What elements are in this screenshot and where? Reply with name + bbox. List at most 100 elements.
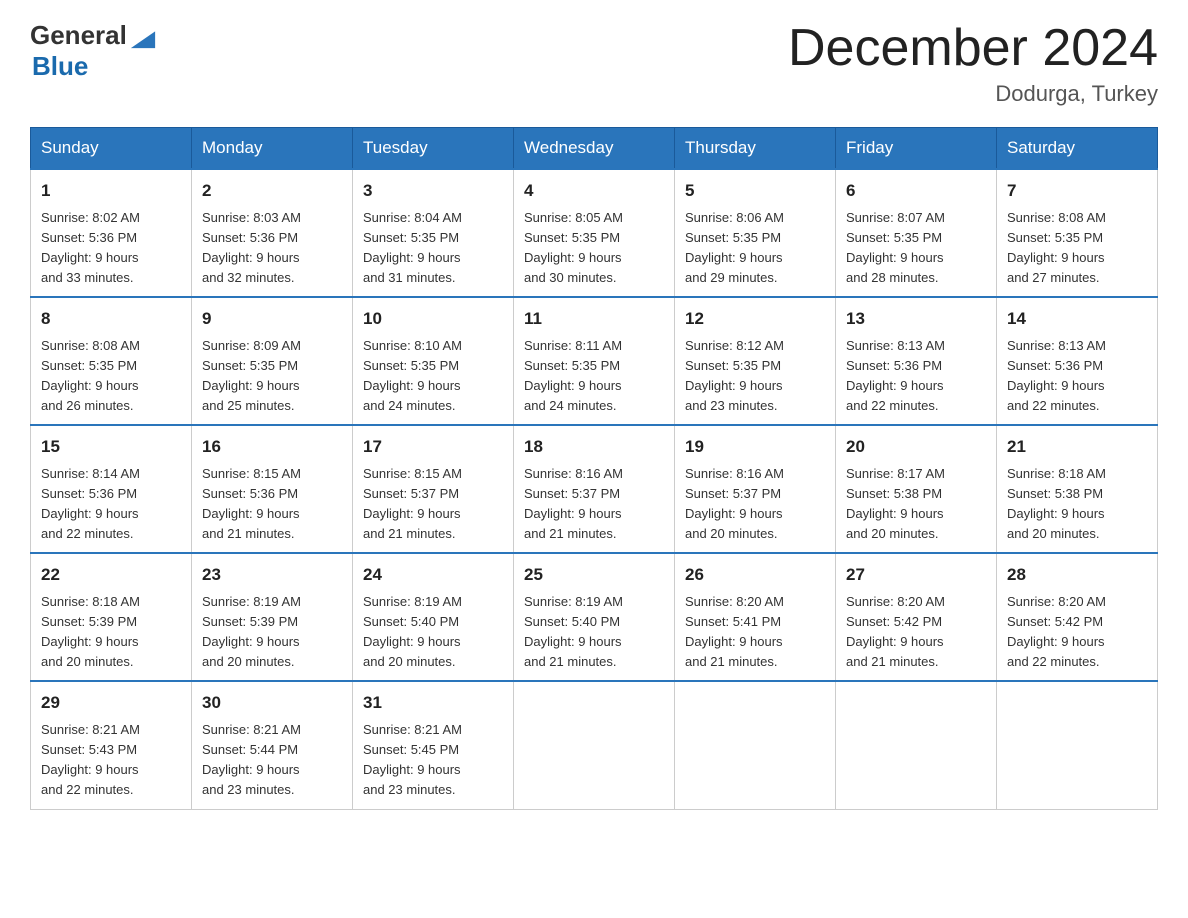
table-row: 21 Sunrise: 8:18 AMSunset: 5:38 PMDaylig… [997,425,1158,553]
day-info: Sunrise: 8:19 AMSunset: 5:39 PMDaylight:… [202,594,301,669]
day-number: 28 [1007,562,1147,588]
table-row: 23 Sunrise: 8:19 AMSunset: 5:39 PMDaylig… [192,553,353,681]
calendar-week-3: 15 Sunrise: 8:14 AMSunset: 5:36 PMDaylig… [31,425,1158,553]
day-number: 19 [685,434,825,460]
table-row: 5 Sunrise: 8:06 AMSunset: 5:35 PMDayligh… [675,169,836,297]
table-row: 15 Sunrise: 8:14 AMSunset: 5:36 PMDaylig… [31,425,192,553]
day-number: 21 [1007,434,1147,460]
table-row: 16 Sunrise: 8:15 AMSunset: 5:36 PMDaylig… [192,425,353,553]
day-number: 8 [41,306,181,332]
header-sunday: Sunday [31,128,192,170]
table-row: 6 Sunrise: 8:07 AMSunset: 5:35 PMDayligh… [836,169,997,297]
table-row: 13 Sunrise: 8:13 AMSunset: 5:36 PMDaylig… [836,297,997,425]
day-number: 2 [202,178,342,204]
header-saturday: Saturday [997,128,1158,170]
table-row: 11 Sunrise: 8:11 AMSunset: 5:35 PMDaylig… [514,297,675,425]
day-number: 13 [846,306,986,332]
page-header: General Blue December 2024 Dodurga, Turk… [30,20,1158,107]
day-info: Sunrise: 8:21 AMSunset: 5:45 PMDaylight:… [363,722,462,797]
day-info: Sunrise: 8:19 AMSunset: 5:40 PMDaylight:… [524,594,623,669]
day-number: 26 [685,562,825,588]
day-number: 15 [41,434,181,460]
day-info: Sunrise: 8:20 AMSunset: 5:42 PMDaylight:… [846,594,945,669]
day-info: Sunrise: 8:21 AMSunset: 5:44 PMDaylight:… [202,722,301,797]
day-number: 24 [363,562,503,588]
table-row: 3 Sunrise: 8:04 AMSunset: 5:35 PMDayligh… [353,169,514,297]
day-info: Sunrise: 8:06 AMSunset: 5:35 PMDaylight:… [685,210,784,285]
table-row: 12 Sunrise: 8:12 AMSunset: 5:35 PMDaylig… [675,297,836,425]
day-info: Sunrise: 8:11 AMSunset: 5:35 PMDaylight:… [524,338,622,413]
day-info: Sunrise: 8:04 AMSunset: 5:35 PMDaylight:… [363,210,462,285]
day-number: 12 [685,306,825,332]
calendar-header-row: Sunday Monday Tuesday Wednesday Thursday… [31,128,1158,170]
day-info: Sunrise: 8:15 AMSunset: 5:37 PMDaylight:… [363,466,462,541]
table-row [514,681,675,809]
header-wednesday: Wednesday [514,128,675,170]
day-number: 3 [363,178,503,204]
header-tuesday: Tuesday [353,128,514,170]
header-monday: Monday [192,128,353,170]
day-number: 16 [202,434,342,460]
day-info: Sunrise: 8:18 AMSunset: 5:38 PMDaylight:… [1007,466,1106,541]
table-row: 4 Sunrise: 8:05 AMSunset: 5:35 PMDayligh… [514,169,675,297]
day-info: Sunrise: 8:12 AMSunset: 5:35 PMDaylight:… [685,338,784,413]
calendar-week-1: 1 Sunrise: 8:02 AMSunset: 5:36 PMDayligh… [31,169,1158,297]
day-number: 17 [363,434,503,460]
day-info: Sunrise: 8:18 AMSunset: 5:39 PMDaylight:… [41,594,140,669]
day-info: Sunrise: 8:16 AMSunset: 5:37 PMDaylight:… [524,466,623,541]
day-info: Sunrise: 8:15 AMSunset: 5:36 PMDaylight:… [202,466,301,541]
table-row: 19 Sunrise: 8:16 AMSunset: 5:37 PMDaylig… [675,425,836,553]
day-info: Sunrise: 8:13 AMSunset: 5:36 PMDaylight:… [1007,338,1106,413]
logo: General Blue [30,20,157,82]
logo-general-text: General [30,20,127,51]
day-number: 5 [685,178,825,204]
day-info: Sunrise: 8:09 AMSunset: 5:35 PMDaylight:… [202,338,301,413]
logo-icon [129,22,157,50]
day-number: 20 [846,434,986,460]
day-number: 6 [846,178,986,204]
calendar-week-5: 29 Sunrise: 8:21 AMSunset: 5:43 PMDaylig… [31,681,1158,809]
day-info: Sunrise: 8:08 AMSunset: 5:35 PMDaylight:… [41,338,140,413]
table-row: 2 Sunrise: 8:03 AMSunset: 5:36 PMDayligh… [192,169,353,297]
header-thursday: Thursday [675,128,836,170]
day-info: Sunrise: 8:19 AMSunset: 5:40 PMDaylight:… [363,594,462,669]
table-row: 7 Sunrise: 8:08 AMSunset: 5:35 PMDayligh… [997,169,1158,297]
day-info: Sunrise: 8:17 AMSunset: 5:38 PMDaylight:… [846,466,945,541]
calendar-table: Sunday Monday Tuesday Wednesday Thursday… [30,127,1158,809]
calendar-week-4: 22 Sunrise: 8:18 AMSunset: 5:39 PMDaylig… [31,553,1158,681]
day-number: 25 [524,562,664,588]
table-row: 27 Sunrise: 8:20 AMSunset: 5:42 PMDaylig… [836,553,997,681]
day-info: Sunrise: 8:07 AMSunset: 5:35 PMDaylight:… [846,210,945,285]
title-area: December 2024 Dodurga, Turkey [788,20,1158,107]
day-info: Sunrise: 8:20 AMSunset: 5:41 PMDaylight:… [685,594,784,669]
day-info: Sunrise: 8:16 AMSunset: 5:37 PMDaylight:… [685,466,784,541]
table-row [675,681,836,809]
day-number: 9 [202,306,342,332]
table-row: 9 Sunrise: 8:09 AMSunset: 5:35 PMDayligh… [192,297,353,425]
day-number: 30 [202,690,342,716]
day-number: 27 [846,562,986,588]
day-number: 14 [1007,306,1147,332]
day-info: Sunrise: 8:20 AMSunset: 5:42 PMDaylight:… [1007,594,1106,669]
table-row: 20 Sunrise: 8:17 AMSunset: 5:38 PMDaylig… [836,425,997,553]
day-number: 11 [524,306,664,332]
day-number: 7 [1007,178,1147,204]
table-row: 24 Sunrise: 8:19 AMSunset: 5:40 PMDaylig… [353,553,514,681]
month-title: December 2024 [788,20,1158,77]
day-info: Sunrise: 8:05 AMSunset: 5:35 PMDaylight:… [524,210,623,285]
header-friday: Friday [836,128,997,170]
day-info: Sunrise: 8:14 AMSunset: 5:36 PMDaylight:… [41,466,140,541]
day-number: 31 [363,690,503,716]
day-number: 18 [524,434,664,460]
day-number: 23 [202,562,342,588]
table-row: 26 Sunrise: 8:20 AMSunset: 5:41 PMDaylig… [675,553,836,681]
day-number: 22 [41,562,181,588]
day-number: 10 [363,306,503,332]
table-row: 14 Sunrise: 8:13 AMSunset: 5:36 PMDaylig… [997,297,1158,425]
day-info: Sunrise: 8:03 AMSunset: 5:36 PMDaylight:… [202,210,301,285]
day-info: Sunrise: 8:13 AMSunset: 5:36 PMDaylight:… [846,338,945,413]
table-row: 8 Sunrise: 8:08 AMSunset: 5:35 PMDayligh… [31,297,192,425]
day-number: 1 [41,178,181,204]
day-number: 29 [41,690,181,716]
table-row: 31 Sunrise: 8:21 AMSunset: 5:45 PMDaylig… [353,681,514,809]
